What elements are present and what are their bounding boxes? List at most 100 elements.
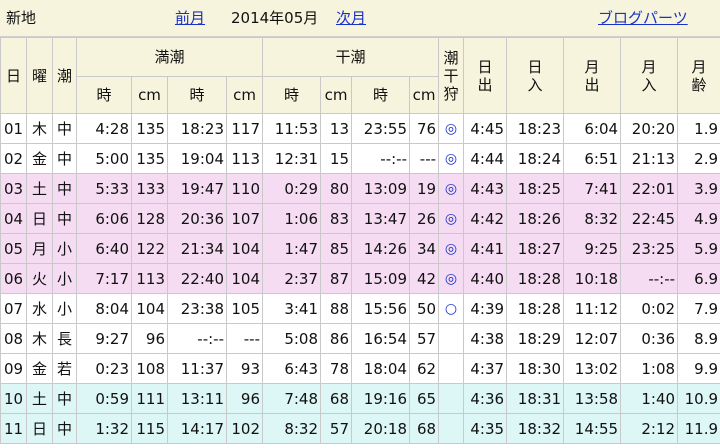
cell-high1-cm: 111 (131, 383, 168, 414)
cell-low2-cm: 76 (409, 113, 440, 144)
header-tide-type: 潮 (52, 37, 77, 114)
cell-low1-cm: 83 (320, 203, 353, 234)
cell-moon-age: 1.9 (677, 113, 720, 144)
table-row: 05 月小 6:40 122 21:34 104 1:47 85 14:26 34 ◎ 4:41 18:… (0, 233, 720, 264)
cell-high2-time: 11:37 (167, 353, 227, 384)
cell-high2-cm: 110 (225, 173, 264, 204)
table-row: 09 金若 0:23 108 11:37 93 6:43 78 18:04 62 4:37 18:30… (0, 353, 720, 384)
cell-sunset: 18:24 (506, 143, 565, 174)
cell-low1-time: 7:48 (262, 383, 322, 414)
cell-moonrise: 10:18 (563, 263, 622, 294)
cell-high2-time: 18:23 (167, 113, 227, 144)
table-row: 04 日中 6:06 128 20:36 107 1:06 83 13:47 26 ◎ 4:42 18:… (0, 203, 720, 234)
cell-low2-time: 18:04 (351, 353, 411, 384)
cell-tide-type: 中 (52, 203, 77, 234)
cell-tide-type: 中 (52, 113, 77, 144)
cell-low1-time: 1:47 (262, 233, 322, 264)
header-moonrise: 月 出 (563, 37, 622, 114)
cell-moon-age: 2.9 (677, 143, 720, 174)
cell-day: 01 (0, 113, 27, 144)
cell-low2-time: 16:54 (351, 323, 411, 354)
header-high2-cm: cm (225, 76, 264, 114)
cell-sunrise: 4:41 (463, 233, 508, 264)
cell-moon-age: 10.9 (677, 383, 720, 414)
cell-low2-cm: 57 (409, 323, 440, 354)
cell-moon-age: 11.9 (677, 413, 720, 444)
current-month-label: 2014年05月 (231, 9, 319, 27)
cell-moon-age: 6.9 (677, 263, 720, 294)
cell-moon-age: 8.9 (677, 323, 720, 354)
cell-sunset: 18:30 (506, 353, 565, 384)
cell-low1-time: 11:53 (262, 113, 322, 144)
cell-low2-cm: 19 (409, 173, 440, 204)
cell-moonset: 0:02 (620, 293, 679, 324)
cell-high1-time: 4:28 (76, 113, 132, 144)
header-high1-time: 時 (76, 76, 132, 114)
cell-moonset: 1:40 (620, 383, 679, 414)
header-low1-cm: cm (320, 76, 353, 114)
cell-moonset: 2:12 (620, 413, 679, 444)
cell-high2-cm: --- (225, 323, 264, 354)
cell-sunset: 18:26 (506, 203, 565, 234)
cell-shellfish: ◎ (438, 233, 465, 264)
cell-high2-time: 19:47 (167, 173, 227, 204)
header-high-tide: 満潮 (75, 37, 264, 77)
cell-sunrise: 4:36 (463, 383, 508, 414)
cell-sunset: 18:32 (506, 413, 565, 444)
cell-high2-time: 20:36 (167, 203, 227, 234)
cell-low1-cm: 78 (320, 353, 353, 384)
header-sunrise: 日 出 (463, 37, 508, 114)
cell-sunrise: 4:40 (463, 263, 508, 294)
cell-day: 05 (0, 233, 27, 264)
cell-high2-cm: 113 (225, 143, 264, 174)
next-month-link[interactable]: 次月 (336, 9, 366, 27)
cell-moonset: 22:45 (620, 203, 679, 234)
cell-low2-cm: 62 (409, 353, 440, 384)
cell-low1-time: 2:37 (262, 263, 322, 294)
cell-high1-time: 0:23 (76, 353, 132, 384)
cell-high1-cm: 113 (131, 263, 168, 294)
cell-low2-cm: 26 (409, 203, 440, 234)
cell-weekday: 木 (26, 323, 53, 354)
cell-low1-cm: 86 (320, 323, 353, 354)
cell-low1-time: 6:43 (262, 353, 322, 384)
tide-table: 日 曜 潮 満潮 干潮 潮 干 狩 日 出 日 入 月 出 月 入 月 齢 時 … (0, 37, 720, 444)
cell-low2-cm: 42 (409, 263, 440, 294)
cell-low2-cm: --- (409, 143, 440, 174)
cell-moon-age: 9.9 (677, 353, 720, 384)
cell-moonrise: 14:55 (563, 413, 622, 444)
cell-shellfish: ◎ (438, 113, 465, 144)
header-sunset: 日 入 (506, 37, 565, 114)
cell-moonset: 1:08 (620, 353, 679, 384)
header-low-tide: 干潮 (262, 37, 440, 77)
cell-moon-age: 7.9 (677, 293, 720, 324)
cell-sunset: 18:27 (506, 233, 565, 264)
cell-weekday: 土 (26, 173, 53, 204)
cell-day: 09 (0, 353, 27, 384)
cell-high1-cm: 96 (131, 323, 168, 354)
cell-weekday: 日 (26, 413, 53, 444)
cell-low1-time: 12:31 (262, 143, 322, 174)
cell-shellfish: ◎ (438, 263, 465, 294)
blog-parts-link[interactable]: ブログパーツ (598, 9, 688, 27)
cell-day: 02 (0, 143, 27, 174)
cell-low2-cm: 68 (409, 413, 440, 444)
header-high1-cm: cm (131, 76, 168, 114)
cell-low1-cm: 57 (320, 413, 353, 444)
cell-high1-cm: 115 (131, 413, 168, 444)
cell-high1-time: 0:59 (76, 383, 132, 414)
cell-high2-cm: 93 (225, 353, 264, 384)
cell-high2-cm: 105 (225, 293, 264, 324)
cell-low2-time: 14:26 (351, 233, 411, 264)
cell-low1-cm: 85 (320, 233, 353, 264)
prev-month-link[interactable]: 前月 (175, 9, 205, 27)
cell-sunrise: 4:44 (463, 143, 508, 174)
cell-low2-cm: 50 (409, 293, 440, 324)
header-low1-time: 時 (262, 76, 322, 114)
cell-high2-cm: 117 (225, 113, 264, 144)
cell-moon-age: 4.9 (677, 203, 720, 234)
cell-shellfish: ◎ (438, 203, 465, 234)
cell-moonrise: 8:32 (563, 203, 622, 234)
cell-sunrise: 4:38 (463, 323, 508, 354)
cell-tide-type: 小 (52, 233, 77, 264)
